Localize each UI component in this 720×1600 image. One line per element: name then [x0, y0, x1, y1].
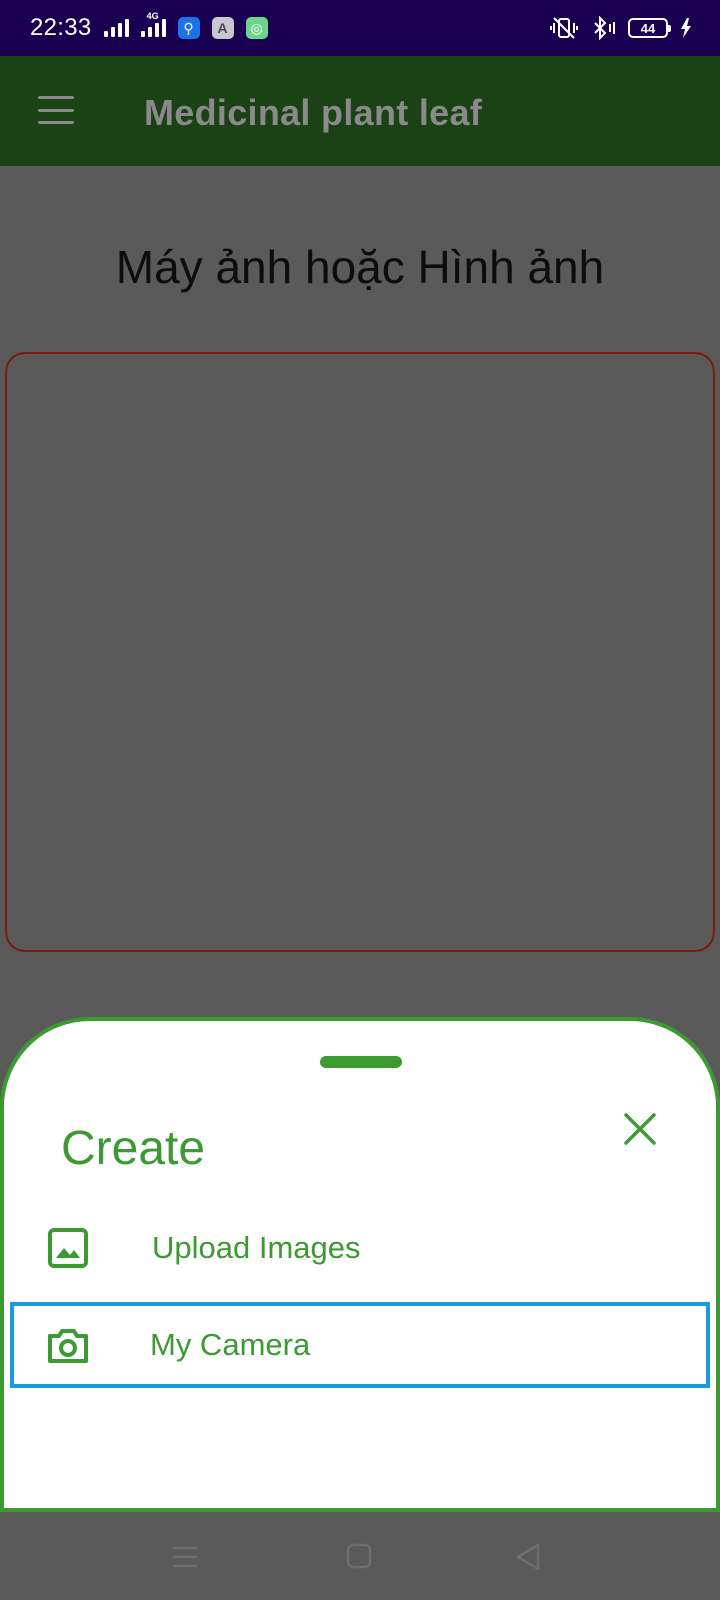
battery-icon: 44 [628, 18, 671, 38]
signal-strength-icon [103, 19, 129, 37]
status-time: 22:33 [30, 14, 92, 41]
screen: 22:33 4G ⚲ A ◎ 44 Medicinal plant leaf M… [0, 0, 720, 1600]
app-title: Medicinal plant leaf [144, 92, 483, 133]
signal-4g-icon: 4G [140, 11, 166, 37]
usb-notification-icon: ⚲ [177, 17, 200, 39]
home-icon[interactable] [343, 1540, 377, 1574]
vibrate-off-icon [550, 17, 578, 39]
search-notification-icon: ◎ [245, 17, 268, 39]
hamburger-menu-icon[interactable] [38, 96, 74, 124]
charging-icon [681, 18, 691, 38]
back-icon[interactable] [512, 1540, 546, 1574]
app-bar: Medicinal plant leaf [0, 56, 720, 166]
status-right: 44 [550, 16, 692, 40]
drag-handle[interactable] [320, 1056, 402, 1068]
page-heading: Máy ảnh hoặc Hình ảnh [115, 241, 605, 293]
network-type-label: 4G [146, 11, 159, 21]
status-bar: 22:33 4G ⚲ A ◎ 44 [0, 0, 720, 56]
my-camera-label: My Camera [150, 1327, 311, 1362]
upload-images-label: Upload Images [152, 1230, 361, 1265]
upload-images-option[interactable]: Upload Images [10, 1205, 710, 1291]
status-left: 22:33 4G ⚲ A ◎ [30, 11, 268, 42]
image-icon [48, 1228, 88, 1268]
create-bottom-sheet: Create Upload Images My Camera [0, 1017, 720, 1512]
close-icon[interactable] [620, 1109, 660, 1149]
app-notification-icon: A [211, 17, 234, 39]
system-nav-bar [0, 1512, 720, 1600]
image-preview-area [5, 352, 715, 952]
sheet-title: Create [61, 1122, 206, 1175]
my-camera-option[interactable]: My Camera [10, 1302, 710, 1388]
battery-level: 44 [640, 20, 656, 36]
camera-icon [48, 1329, 88, 1363]
bluetooth-icon [594, 16, 615, 40]
recents-icon[interactable] [168, 1540, 202, 1574]
